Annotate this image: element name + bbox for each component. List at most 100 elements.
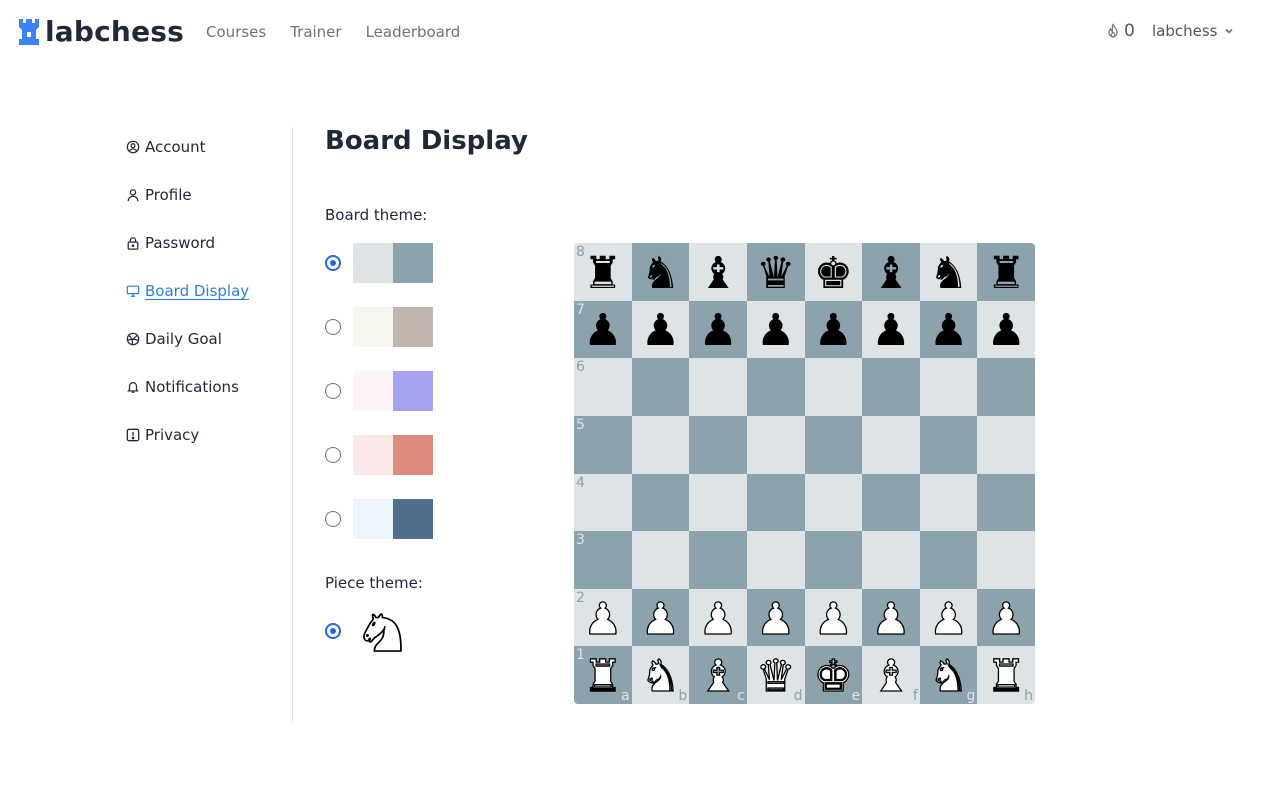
piece-theme-radio-1[interactable] <box>325 623 341 639</box>
file-label: a <box>621 688 630 704</box>
square-h2: ♟ <box>977 588 1035 647</box>
square-a4: 4 <box>574 473 632 532</box>
square-b1: ♞ b <box>631 646 690 704</box>
sidebar-item-notifications[interactable]: Notifications <box>126 378 239 396</box>
flame-icon <box>1108 23 1118 38</box>
board-theme-swatch-4[interactable] <box>353 435 433 475</box>
board-theme-radio-2[interactable] <box>325 319 341 335</box>
settings-sidebar: Account Profile Password Board Display D… <box>126 127 293 723</box>
user-icon <box>127 189 139 202</box>
sidebar-item-profile[interactable]: Profile <box>126 186 192 204</box>
square-b6 <box>631 358 690 416</box>
rank-label: 7 <box>576 301 585 318</box>
square-h5 <box>977 415 1035 474</box>
board-theme-radio-4[interactable] <box>325 447 341 463</box>
square-g5 <box>919 415 978 474</box>
board-theme-swatch-5[interactable] <box>353 499 433 539</box>
square-b4 <box>631 473 690 532</box>
square-d6 <box>746 358 805 416</box>
sidebar-item-board-display[interactable]: Board Display <box>126 282 249 300</box>
black-knight-icon: ♞ <box>640 247 681 299</box>
square-a3: 3 <box>574 531 632 589</box>
square-d5 <box>746 415 805 474</box>
white-pawn-icon: ♟ <box>640 593 681 645</box>
square-a7: ♟ 7 <box>574 300 632 359</box>
nav-leaderboard[interactable]: Leaderboard <box>366 23 461 41</box>
square-d2: ♟ <box>746 588 805 647</box>
sidebar-item-label: Privacy <box>145 426 200 444</box>
swatch-light <box>353 307 393 347</box>
target-icon <box>126 332 140 346</box>
chess-board-preview: ♜ 8 ♞ ♝ ♛ ♚ ♝ ♞ ♜ ♟ 7 ♟ ♟ ♟ ♟ ♟ ♟ ♟ 6 5 4 3 ♟ 2 ♟ ♟ ♟ ♟ ♟ ♟ ♟ ♜ 1 a ♞ b ♝ c ♛ d… <box>574 243 1035 704</box>
sidebar-item-daily-goal[interactable]: Daily Goal <box>126 330 222 348</box>
file-label: b <box>678 688 688 704</box>
board-theme-radio-3[interactable] <box>325 383 341 399</box>
square-h3 <box>977 531 1035 589</box>
black-pawn-icon: ♟ <box>813 305 854 357</box>
black-knight-icon: ♞ <box>928 247 969 299</box>
shield-alert-icon <box>126 428 140 442</box>
square-f7: ♟ <box>862 300 920 359</box>
square-g1: ♞ g <box>919 646 978 704</box>
sidebar-item-label: Password <box>145 234 216 252</box>
black-pawn-icon: ♟ <box>698 305 738 357</box>
square-f8: ♝ <box>862 243 920 301</box>
black-queen-icon: ♛ <box>755 247 796 299</box>
sidebar-item-privacy[interactable]: Privacy <box>126 426 199 444</box>
streak-count: 0 <box>1124 21 1135 41</box>
square-c2: ♟ <box>689 588 747 647</box>
knight-icon[interactable] <box>355 606 411 658</box>
white-pawn-icon: ♟ <box>755 593 796 645</box>
sidebar-item-label: Account <box>145 138 206 156</box>
square-g3 <box>919 531 978 589</box>
sidebar-item-account[interactable]: Account <box>126 138 206 156</box>
swatch-light <box>353 243 393 283</box>
brand-logo[interactable]: labchess <box>18 16 184 48</box>
user-circle-icon <box>126 140 140 154</box>
board-theme-swatch-2[interactable] <box>353 307 433 347</box>
swatch-dark <box>393 307 433 347</box>
black-king-icon: ♚ <box>813 247 854 299</box>
board-theme-swatch-1[interactable] <box>353 243 433 283</box>
board-theme-swatch-3[interactable] <box>353 371 433 411</box>
board-theme-radio-5[interactable] <box>325 511 341 527</box>
sidebar-item-label: Profile <box>145 186 192 204</box>
square-f1: ♝ f <box>862 646 920 704</box>
square-h6 <box>977 358 1035 416</box>
bell-icon <box>127 382 139 393</box>
square-g8: ♞ <box>919 243 978 301</box>
square-b7: ♟ <box>631 300 690 359</box>
square-e8: ♚ <box>804 243 863 301</box>
white-pawn-icon: ♟ <box>813 593 854 645</box>
black-rook-icon: ♜ <box>986 247 1026 299</box>
piece-theme-label: Piece theme: <box>325 574 423 592</box>
black-pawn-icon: ♟ <box>928 305 969 357</box>
lock-icon <box>127 237 139 250</box>
rook-icon <box>19 19 39 45</box>
user-menu[interactable]: labchess <box>1152 22 1234 40</box>
white-knight-icon: ♞ <box>928 651 969 703</box>
nav-courses[interactable]: Courses <box>206 23 266 41</box>
streak-counter[interactable]: 0 <box>1104 21 1135 41</box>
file-label: f <box>912 688 918 704</box>
square-e3 <box>804 531 863 589</box>
square-e5 <box>804 415 863 474</box>
swatch-light <box>353 435 393 475</box>
white-pawn-icon: ♟ <box>698 593 739 645</box>
square-a1: ♜ 1 a <box>574 646 632 704</box>
square-a6: 6 <box>574 358 632 416</box>
square-g2: ♟ <box>919 588 978 647</box>
rank-label: 6 <box>576 359 585 376</box>
square-c5 <box>689 415 747 474</box>
sidebar-item-password[interactable]: Password <box>126 234 215 252</box>
swatch-light <box>353 499 393 539</box>
square-f3 <box>862 531 920 589</box>
file-label: d <box>793 688 803 704</box>
nav-trainer[interactable]: Trainer <box>290 23 341 41</box>
black-pawn-icon: ♟ <box>640 305 681 357</box>
board-theme-radio-1[interactable] <box>325 255 341 271</box>
square-b2: ♟ <box>631 588 690 647</box>
white-bishop-icon: ♝ <box>871 651 912 703</box>
square-c7: ♟ <box>689 300 747 359</box>
square-d7: ♟ <box>746 300 805 359</box>
